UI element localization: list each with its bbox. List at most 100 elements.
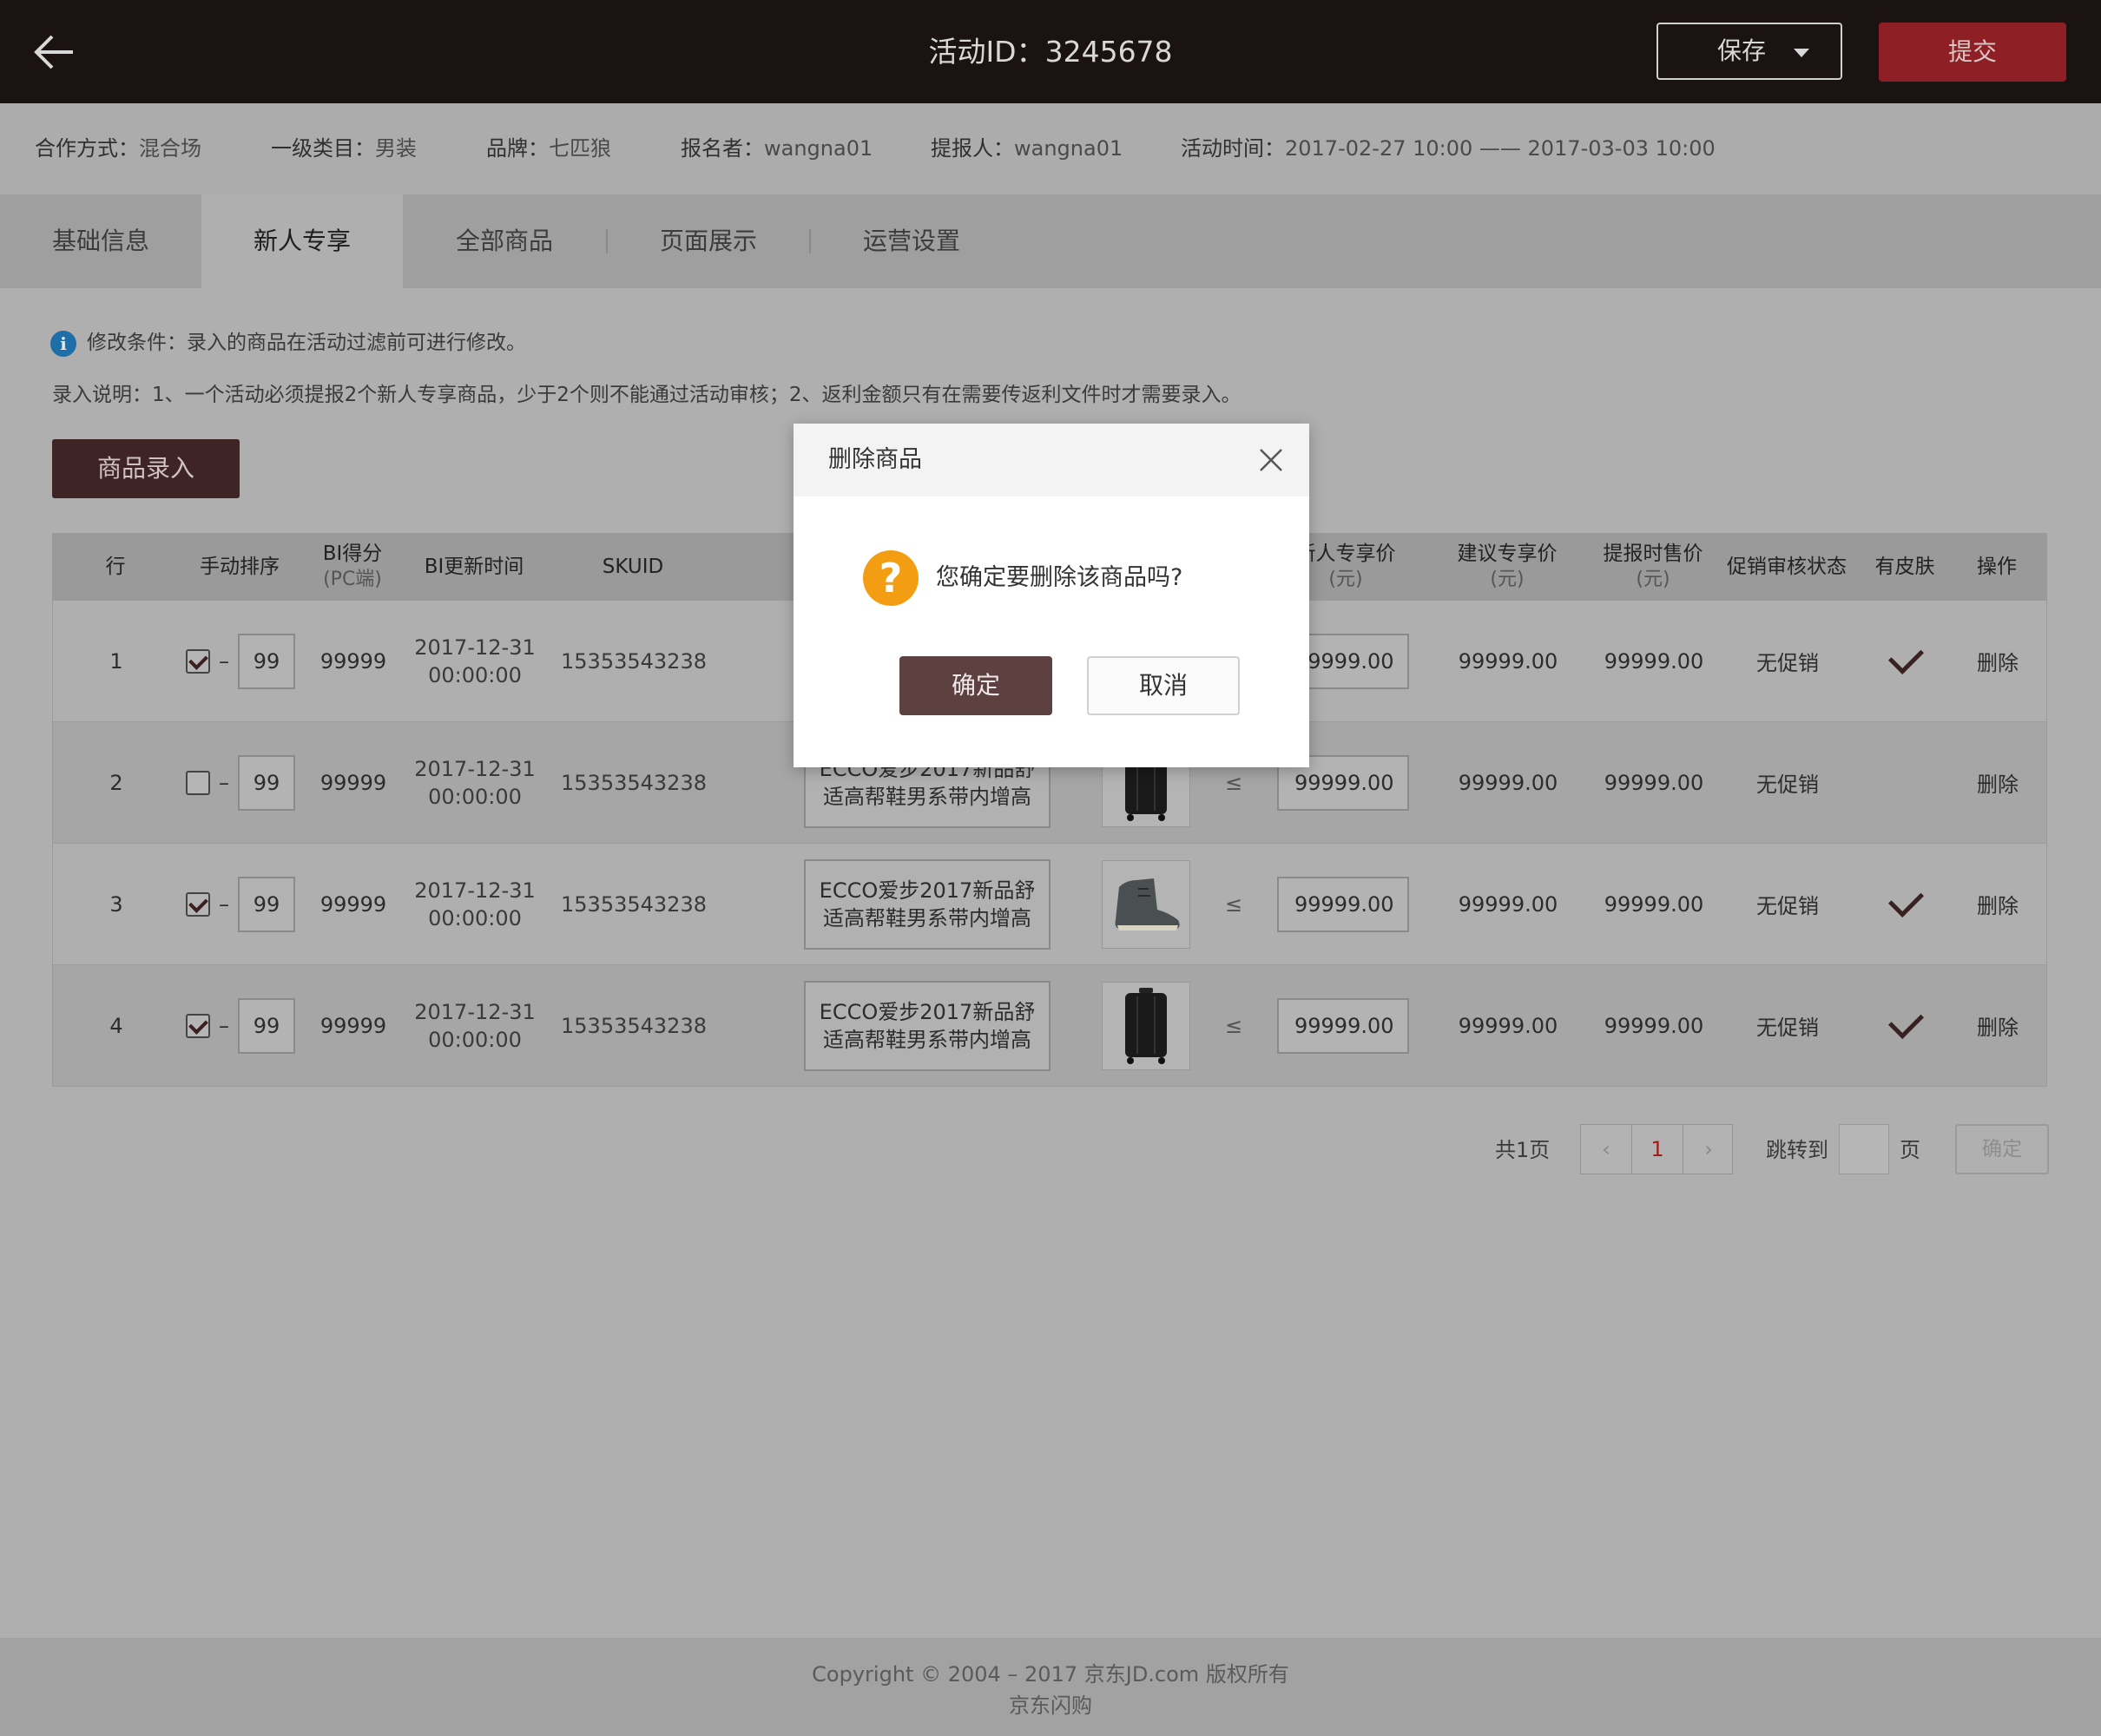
activity-info-bar: 合作方式：混合场 一级类目：男装 品牌：七匹狼 报名者：wangna01 提报人… [0,103,2101,194]
product-name-input[interactable]: ECCO爱步2017新品舒适高帮鞋男系带内增高 [804,858,1050,950]
sort-input[interactable]: 99 [238,876,295,932]
info-brand-value: 七匹狼 [549,136,611,161]
product-name-input[interactable]: ECCO爱步2017新品舒适高帮鞋男系带内增高 [804,980,1050,1071]
report-price: 99999.00 [1604,891,1704,917]
top-bar: 活动ID：3245678 保存 提交 [0,0,2101,103]
tab-bar: 基础信息 新人专享 全部商品 页面展示 运营设置 [0,194,2101,288]
col-new-price-sub: (元) [1328,569,1363,590]
cancel-button[interactable]: 取消 [1087,656,1240,715]
sort-cell: –99 [180,722,301,843]
info-submitter-label: 提报人： [931,136,1014,161]
info-cooperation-label: 合作方式： [35,136,139,161]
modify-condition-note: i 修改条件：录入的商品在活动过滤前可进行修改。 [50,327,526,358]
info-cooperation-value: 混合场 [139,136,201,161]
info-category: 一级类目：男装 [271,103,417,194]
row-index: 4 [109,1013,123,1038]
row-checkbox[interactable] [186,891,210,917]
sort-input[interactable]: 99 [238,754,295,811]
promo-status: 无促销 [1756,894,1819,918]
delete-link[interactable]: 删除 [1947,965,2048,1086]
row-checkbox[interactable] [186,648,210,674]
delete-link[interactable]: 删除 [1947,844,2048,964]
col-report-price: 提报时售价 (元) [1580,533,1726,601]
col-bi-score-label: BI得分 [322,542,383,565]
new-price-input[interactable]: 99999.00 [1277,876,1409,932]
row-index: 1 [109,648,123,674]
info-brand: 品牌：七匹狼 [486,103,611,194]
footer-copyright: Copyright © 2004 – 2017 京东JD.com 版权所有 [812,1662,1289,1687]
product-image [1102,981,1190,1070]
dialog-header: 删除商品 [794,424,1309,496]
add-product-button[interactable]: 商品录入 [52,439,240,498]
save-button[interactable]: 保存 [1656,23,1842,80]
dialog-message: 您确定要删除该商品吗? [936,564,1183,591]
col-row: 行 [52,533,179,601]
sort-input[interactable]: 99 [238,633,295,689]
new-price-input[interactable]: 99999.00 [1277,997,1409,1054]
pagination-current-page[interactable]: 1 [1632,1125,1683,1174]
skuid: 15353543238 [561,1013,707,1038]
sort-dash: – [219,770,229,795]
pagination-jump-input[interactable] [1839,1124,1889,1174]
chevron-down-icon[interactable] [1794,49,1809,57]
row-index: 3 [109,891,123,917]
checkmark-icon [1887,638,1924,675]
report-price: 99999.00 [1604,1013,1704,1038]
col-suggest-price-label: 建议专享价 [1457,542,1558,565]
col-skin: 有皮肤 [1863,533,1946,601]
skuid: 15353543238 [561,891,707,917]
col-bi-score-sub: (PC端) [323,569,382,590]
confirm-button[interactable]: 确定 [899,656,1052,715]
report-price: 99999.00 [1604,770,1704,795]
bi-date: 2017-12-31 [414,999,536,1024]
sort-dash: – [219,648,229,674]
skuid: 15353543238 [561,648,707,674]
col-promo-status-label: 促销审核状态 [1727,556,1847,578]
col-sort-label: 手动排序 [200,556,280,578]
tab-new-user-exclusive[interactable]: 新人专享 [201,194,403,288]
skuid: 15353543238 [561,770,707,795]
sort-input[interactable]: 99 [238,997,295,1054]
sort-cell: –99 [180,601,301,721]
pagination-confirm-button[interactable]: 确定 [1955,1124,2049,1174]
col-suggest-price-sub: (元) [1490,569,1525,590]
tab-page-display[interactable]: 页面展示 [608,194,809,288]
tab-all-products[interactable]: 全部商品 [403,194,606,288]
skin-cell [1864,844,1947,964]
table-row: 4–99 99999 2017-12-31 00:00:00 15353543238 EC… [52,965,2047,1087]
sort-cell: –99 [180,844,301,964]
new-price-cell: 99999.00 [1267,965,1419,1086]
chevron-left-icon[interactable]: ‹ [1581,1125,1632,1174]
bi-date: 2017-12-31 [414,878,536,903]
info-submitter: 提报人：wangna01 [931,103,1123,194]
tab-operation-settings[interactable]: 运营设置 [811,194,1012,288]
less-equal-text: ≤ [1224,891,1243,917]
row-checkbox[interactable] [186,1013,210,1038]
info-time-label: 活动时间： [1181,136,1285,161]
tab-basic-info[interactable]: 基础信息 [0,194,201,288]
delete-product-dialog: 删除商品 ? 您确定要删除该商品吗? 确定 取消 [794,424,1309,767]
close-icon[interactable] [1257,446,1285,474]
less-equal-sign: ≤ [1208,844,1260,964]
delete-link[interactable]: 删除 [1947,722,2048,843]
col-new-price-label: 新人专享价 [1295,542,1396,565]
less-equal-text: ≤ [1224,1013,1243,1038]
col-bi-score: BI得分 (PC端) [300,533,405,601]
bi-score: 99999 [319,648,387,674]
submit-button[interactable]: 提交 [1879,23,2066,82]
bi-update-time: 2017-12-31 00:00:00 [405,601,544,721]
bi-time: 00:00:00 [428,662,522,687]
col-action: 操作 [1946,533,2047,601]
sort-cell: –99 [180,965,301,1086]
skin-cell [1864,965,1947,1086]
suggest-price: 99999.00 [1458,770,1558,795]
product-image [1102,859,1190,949]
promo-status: 无促销 [1756,651,1819,675]
promo-status: 无促销 [1756,773,1819,797]
product-name-cell: ECCO爱步2017新品舒适高帮鞋男系带内增高 [801,965,1053,1086]
chevron-right-icon[interactable]: › [1683,1125,1734,1174]
col-action-label: 操作 [1977,556,2017,578]
bi-time: 00:00:00 [428,784,522,809]
delete-link[interactable]: 删除 [1947,601,2048,721]
row-checkbox[interactable] [186,770,210,795]
